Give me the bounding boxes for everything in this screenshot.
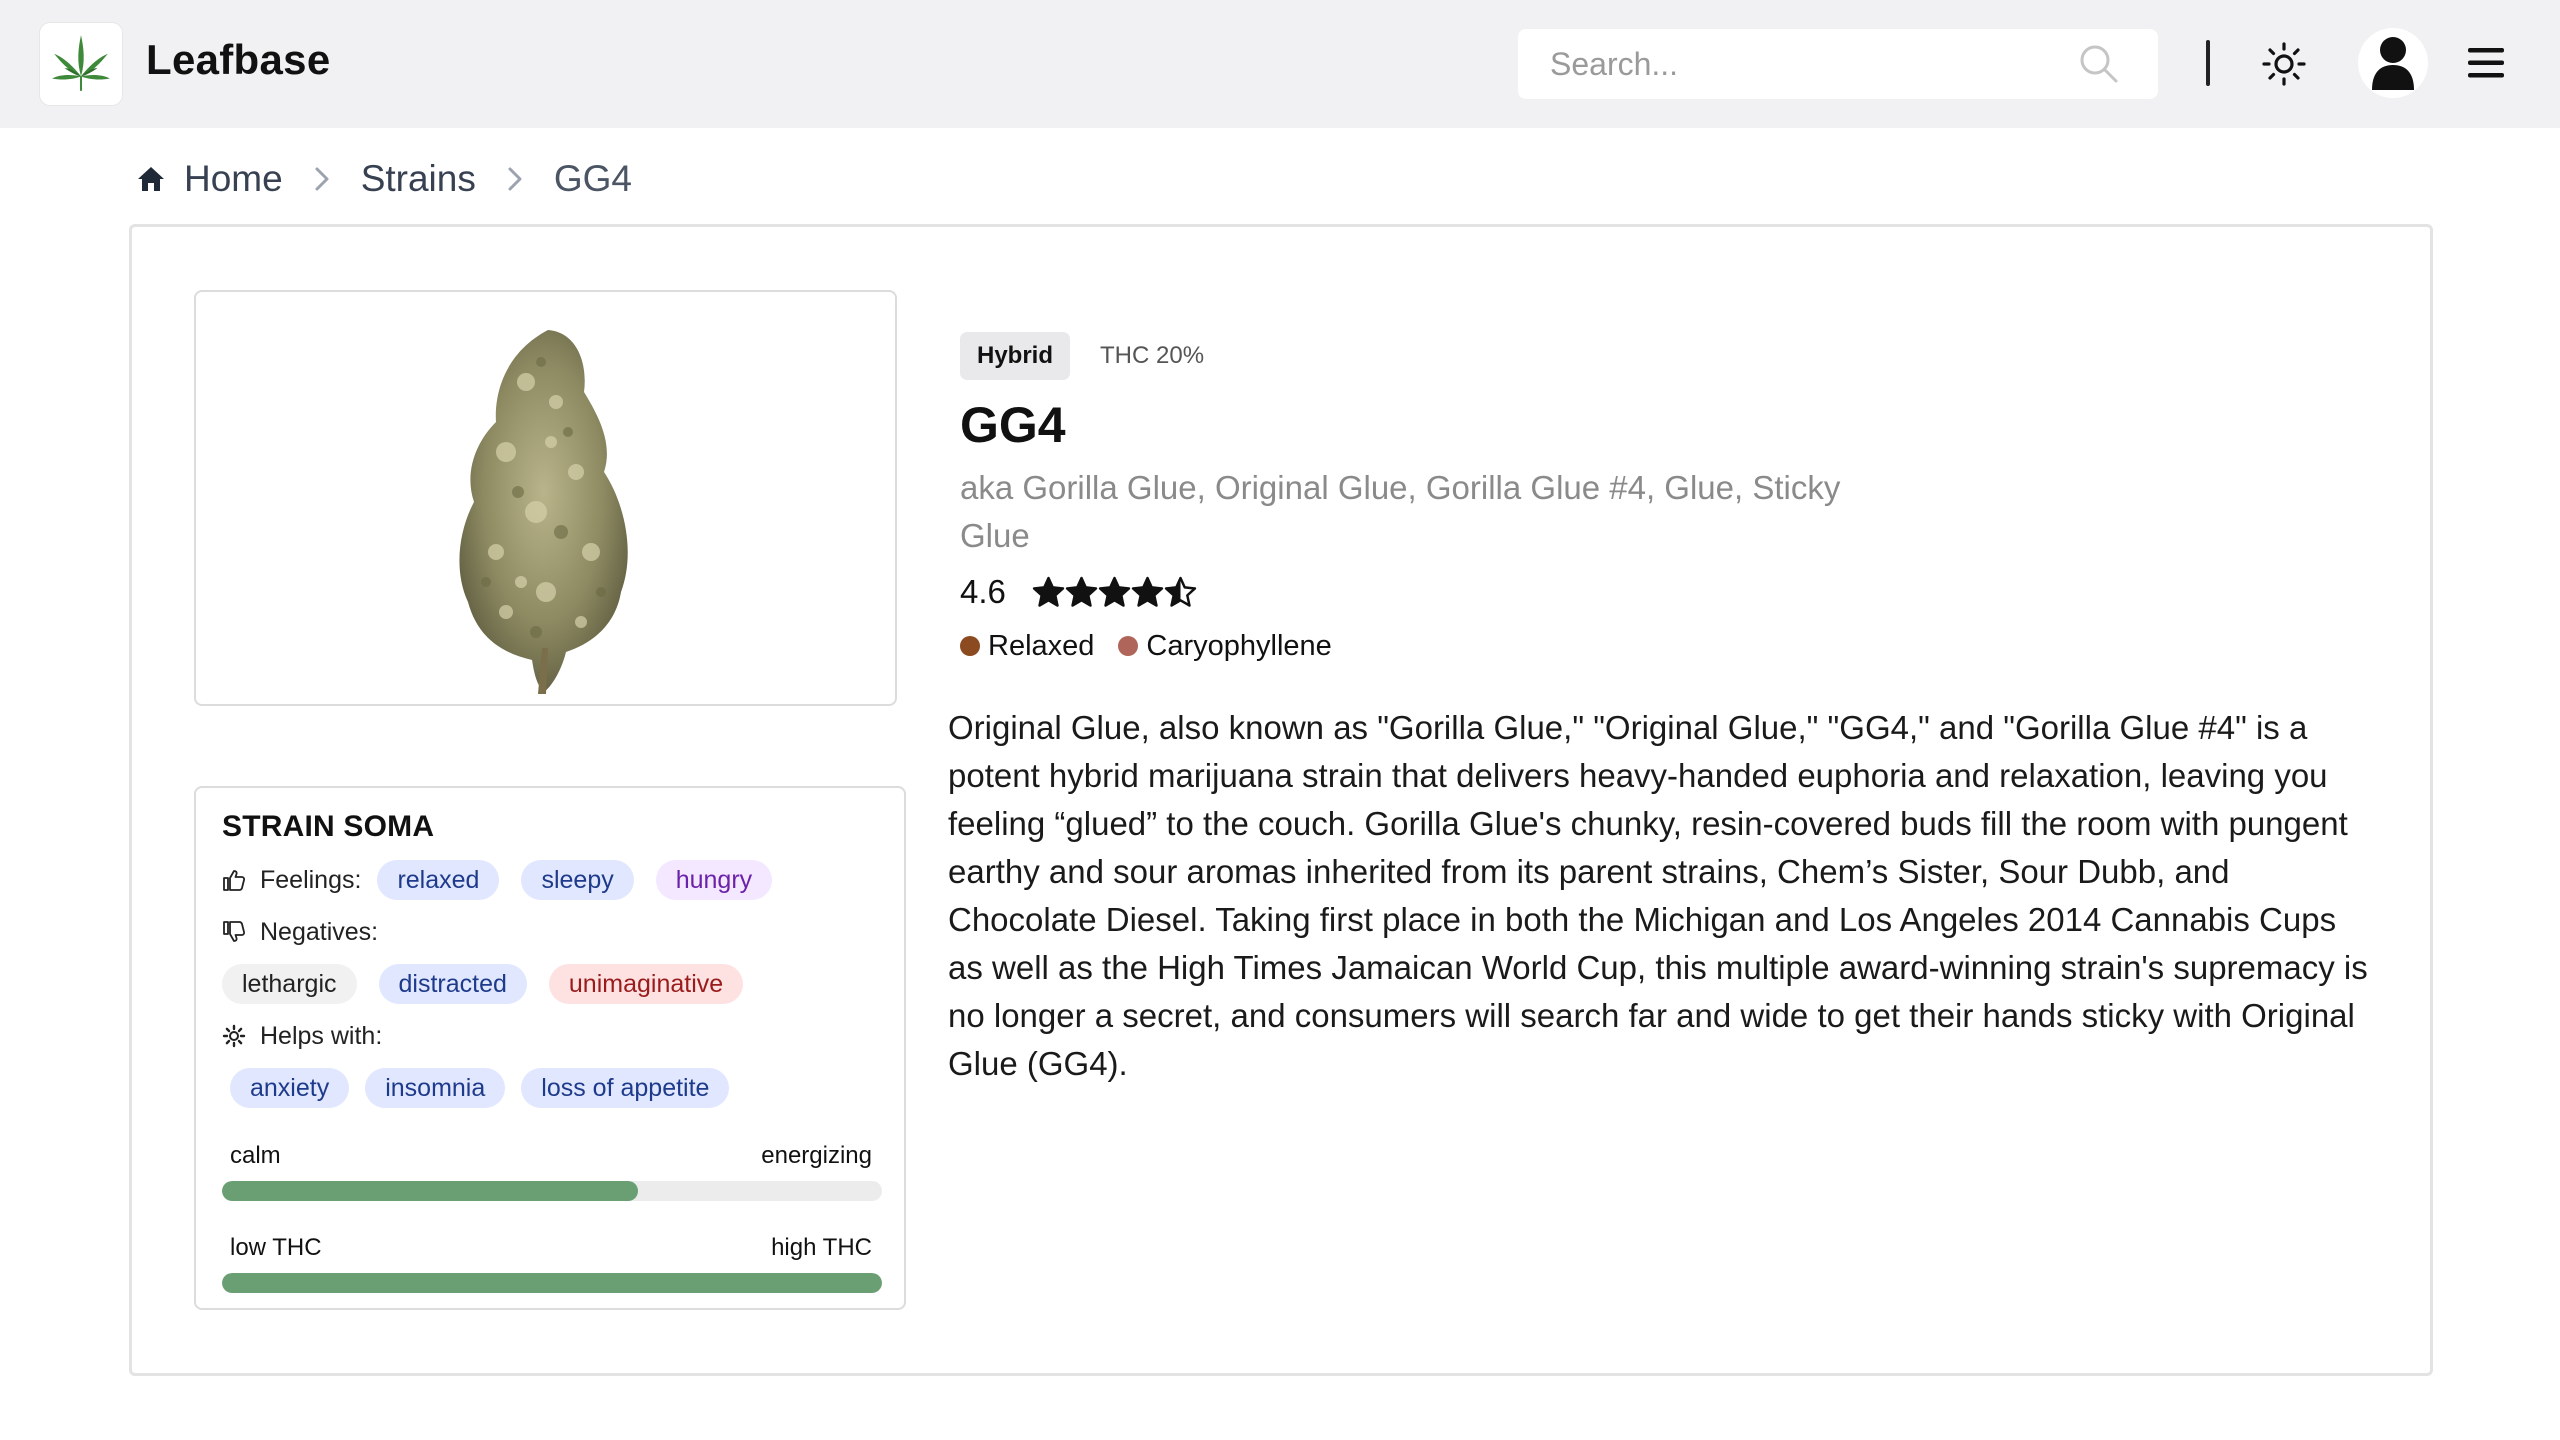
breadcrumb-strains[interactable]: Strains xyxy=(361,158,476,200)
negatives-label: Negatives: xyxy=(260,917,379,946)
feeling-chip[interactable]: sleepy xyxy=(521,860,634,900)
terpene-dot xyxy=(1118,636,1139,656)
effect-dot xyxy=(960,636,980,656)
breadcrumb-current: GG4 xyxy=(554,158,632,200)
header-divider xyxy=(2206,40,2210,86)
breadcrumb-home[interactable]: Home xyxy=(136,158,283,200)
cannabis-leaf-icon xyxy=(52,35,110,91)
breadcrumb: Home Strains GG4 xyxy=(136,154,632,204)
terpene-tag[interactable]: Caryophyllene xyxy=(1118,629,1332,663)
helps-chip[interactable]: insomnia xyxy=(365,1068,506,1108)
thumbs-up-icon xyxy=(223,870,246,891)
helps-row: Helps with: xyxy=(222,1016,382,1056)
calm-energizing-bar xyxy=(222,1181,882,1201)
breadcrumb-label: Strains xyxy=(360,158,476,199)
thc-level-fill xyxy=(222,1273,882,1293)
breadcrumb-label: GG4 xyxy=(553,158,632,199)
feeling-chip[interactable]: hungry xyxy=(655,860,773,900)
negative-chip[interactable]: unimaginative xyxy=(548,964,744,1004)
logo[interactable] xyxy=(40,23,122,105)
strain-image xyxy=(194,290,897,706)
scale-calm-label: calm xyxy=(230,1142,281,1169)
cannabis-bud-image xyxy=(459,330,628,694)
rating[interactable]: 4.6 xyxy=(960,568,1197,616)
star-icon xyxy=(1131,576,1164,607)
search-input[interactable] xyxy=(1550,29,2070,99)
brand-name[interactable]: Leafbase xyxy=(146,36,331,84)
strain-tags: Relaxed Caryophyllene xyxy=(960,624,1356,668)
thc-level-bar xyxy=(222,1273,882,1293)
helps-chip[interactable]: anxiety xyxy=(230,1068,350,1108)
gear-icon xyxy=(222,1024,246,1048)
terpene-tag-label: Caryophyllene xyxy=(1146,629,1332,662)
chevron-right-icon xyxy=(313,165,331,193)
search-bar[interactable] xyxy=(1518,29,2158,99)
negatives-row: Negatives: xyxy=(222,912,378,952)
scale-high-thc-label: high THC xyxy=(771,1234,872,1261)
home-icon xyxy=(138,167,164,191)
strain-name: GG4 xyxy=(960,397,1066,453)
star-icon xyxy=(1098,576,1131,607)
strain-soma-panel: STRAIN SOMA Feelings: relaxed sleepy hun… xyxy=(194,786,906,1310)
soma-title: STRAIN SOMA xyxy=(222,810,435,843)
helps-chips: anxiety insomnia loss of appetite xyxy=(230,1068,751,1108)
star-icon xyxy=(1164,576,1197,607)
strain-description: Original Glue, also known as "Gorilla Gl… xyxy=(948,709,2368,1082)
star-rating xyxy=(1032,576,1197,609)
sun-icon[interactable] xyxy=(2262,42,2306,86)
star-icon xyxy=(1032,576,1065,607)
search-icon[interactable] xyxy=(2078,43,2120,85)
negative-chip[interactable]: lethargic xyxy=(222,964,357,1004)
feelings-row: Feelings: relaxed sleepy hungry xyxy=(222,860,794,900)
scale-low-thc-label: low THC xyxy=(230,1234,322,1261)
helps-label: Helps with: xyxy=(260,1021,383,1050)
breadcrumb-label: Home xyxy=(184,158,283,199)
thumbs-down-icon xyxy=(223,921,246,942)
helps-chip[interactable]: loss of appetite xyxy=(521,1068,730,1108)
negative-chip[interactable]: distracted xyxy=(378,964,527,1004)
top-header: Leafbase xyxy=(0,0,2560,128)
thc-percentage: THC 20% xyxy=(1100,342,1205,369)
chevron-right-icon xyxy=(506,165,524,193)
effect-tag-label: Relaxed xyxy=(988,629,1095,662)
feeling-chip[interactable]: relaxed xyxy=(377,860,500,900)
star-icon xyxy=(1065,576,1098,607)
menu-icon[interactable] xyxy=(2466,46,2506,80)
calm-energizing-fill xyxy=(222,1181,638,1201)
strain-type-badge[interactable]: Hybrid xyxy=(960,332,1071,380)
negatives-chips: lethargic distracted unimaginative xyxy=(222,964,765,1004)
rating-value: 4.6 xyxy=(960,573,1006,610)
avatar[interactable] xyxy=(2358,28,2428,98)
user-icon xyxy=(2372,37,2414,90)
strain-aliases: aka Gorilla Glue, Original Glue, Gorilla… xyxy=(960,469,1841,554)
scale-energizing-label: energizing xyxy=(761,1142,872,1169)
feelings-label: Feelings: xyxy=(260,865,362,894)
effect-tag[interactable]: Relaxed xyxy=(960,630,1094,663)
